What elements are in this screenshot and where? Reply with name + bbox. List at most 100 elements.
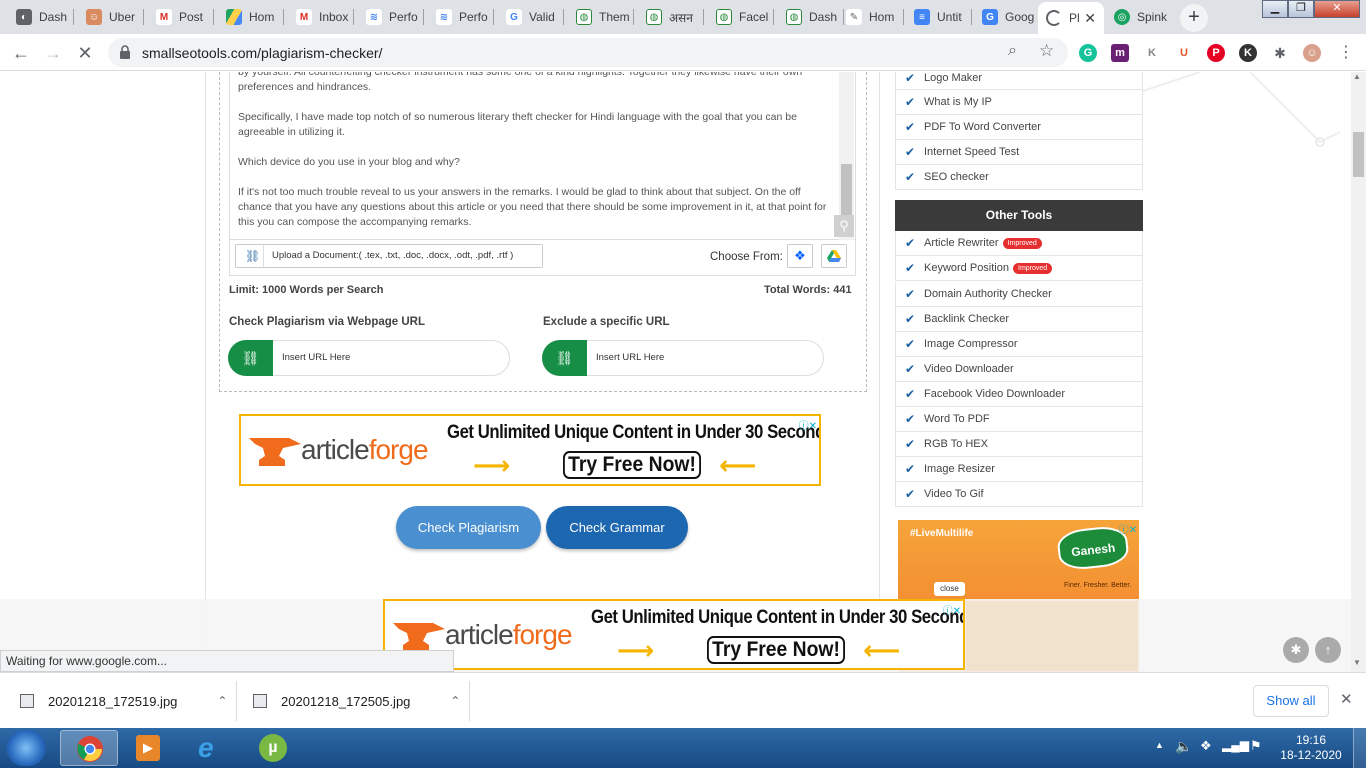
sidebar-item-logo-maker[interactable]: ✔ Logo Maker (895, 72, 1143, 90)
browser-tab[interactable]: Hom (218, 4, 284, 30)
show-all-downloads-button[interactable]: Show all (1253, 685, 1329, 717)
articleforge-sticky-ad[interactable]: articleforge Get Unlimited Unique Conten… (383, 599, 965, 670)
ubersuggest-icon[interactable]: U (1175, 44, 1193, 62)
minimize-button[interactable]: ▁ (1262, 0, 1288, 18)
browser-tab[interactable]: ◍ Dash (778, 4, 844, 30)
resize-handle-icon[interactable]: ⚲ (834, 215, 854, 237)
ad-choices-icon[interactable]: ⓘ✕ (799, 417, 817, 432)
browser-tab[interactable]: M Post (148, 4, 214, 30)
sidebar-item-word-to-pdf[interactable]: ✔ Word To PDF (895, 407, 1143, 432)
plagiarism-text-input[interactable]: by yourself. All counterfeiting checker … (229, 72, 856, 240)
action-center-flag-icon[interactable]: ⚑ (1250, 738, 1262, 754)
bug-report-icon[interactable]: ✱ (1283, 637, 1309, 663)
browser-tab[interactable]: ≋ Perfo (358, 4, 424, 30)
ad-choices-icon[interactable]: ⓘ✕ (943, 602, 961, 617)
browser-tab[interactable]: ☺ Uber (78, 4, 144, 30)
textarea-scroll-thumb[interactable] (841, 164, 852, 216)
webpage-url-input[interactable]: ⛓ Insert URL Here (228, 340, 510, 376)
zoom-icon[interactable]: ⌕ (1008, 42, 1017, 60)
close-tab-icon[interactable]: ✕ (1084, 10, 1096, 27)
page-scrollbar[interactable] (1351, 72, 1366, 672)
close-shelf-icon[interactable]: ✕ (1340, 690, 1353, 708)
scroll-down-arrow-icon[interactable]: ▼ (1353, 658, 1361, 667)
exclude-url-input[interactable]: ⛓ Insert URL Here (542, 340, 824, 376)
sidebar-item-rgb-to-hex[interactable]: ✔ RGB To HEX (895, 432, 1143, 457)
browser-tab[interactable]: ◍ Facel (708, 4, 774, 30)
sidebar-item-video-downloader[interactable]: ✔ Video Downloader (895, 357, 1143, 382)
sidebar-item-what-is-my-ip[interactable]: ✔ What is My IP (895, 90, 1143, 115)
text-paragraph: If it's not too much trouble reveal to u… (238, 186, 827, 228)
ad-cta-button[interactable]: Try Free Now! (563, 451, 701, 479)
scroll-up-arrow-icon[interactable]: ▲ (1353, 72, 1361, 81)
browser-tab[interactable]: M Inbox (288, 4, 354, 30)
dropbox-icon[interactable]: ❖ (787, 244, 813, 268)
sidebar-item-keyword-position[interactable]: ✔ Keyword Position Improved (895, 256, 1143, 281)
window-close-button[interactable]: ✕ (1314, 0, 1360, 18)
taskbar-internet-explorer[interactable]: e (182, 730, 240, 766)
dropbox-tray-icon[interactable]: ❖ (1200, 738, 1212, 754)
pinterest-icon[interactable]: P (1207, 44, 1225, 62)
extension-k-icon[interactable]: K (1239, 44, 1257, 62)
browser-tab-active[interactable]: Pl ✕ (1038, 2, 1104, 34)
browser-tab[interactable]: G Goog (974, 4, 1036, 30)
sidebar-item-image-compressor[interactable]: ✔ Image Compressor (895, 332, 1143, 357)
sidebar-item-pdf-to-word[interactable]: ✔ PDF To Word Converter (895, 115, 1143, 140)
sidebar-item-seo-checker[interactable]: ✔ SEO checker (895, 165, 1143, 190)
tab-icon-ubersuggest: ☺ (86, 9, 102, 25)
browser-tab[interactable]: ◎ Spink (1106, 4, 1172, 30)
taskbar-media-player[interactable]: ▶ (120, 730, 178, 766)
new-tab-button[interactable]: + (1180, 4, 1208, 32)
stop-loading-icon[interactable]: ✕ (72, 40, 98, 66)
volume-icon[interactable]: 🔈 (1175, 738, 1192, 755)
browser-tab[interactable]: ◍ Them (568, 4, 634, 30)
maximize-button[interactable]: ❐ (1288, 0, 1314, 18)
upload-document-button[interactable]: ⛓ Upload a Document:( .tex, .txt, .doc, … (235, 244, 543, 268)
sidebar-item-facebook-video-downloader[interactable]: ✔ Facebook Video Downloader (895, 382, 1143, 407)
arrow-left-icon: ⟵ (719, 450, 757, 480)
extension-icon[interactable]: m (1111, 44, 1129, 62)
show-desktop-button[interactable] (1353, 728, 1366, 768)
sidebar-item-backlink-checker[interactable]: ✔ Backlink Checker (895, 307, 1143, 332)
back-icon[interactable]: ← (8, 40, 34, 66)
forward-icon[interactable]: → (40, 40, 66, 66)
browser-menu-icon[interactable]: ⋮ (1338, 42, 1354, 62)
taskbar-chrome[interactable] (60, 730, 118, 766)
network-icon[interactable]: ▂▄▆ (1222, 738, 1249, 752)
tray-expand-icon[interactable]: ▲ (1155, 740, 1164, 750)
sidebar-item-image-resizer[interactable]: ✔ Image Resizer (895, 457, 1143, 482)
sidebar-item-internet-speed-test[interactable]: ✔ Internet Speed Test (895, 140, 1143, 165)
download-item[interactable]: 20201218_172505.jpg ⌃ (253, 673, 460, 729)
check-plagiarism-button[interactable]: Check Plagiarism (396, 506, 541, 549)
google-drive-icon[interactable] (821, 244, 847, 268)
grammarly-icon[interactable]: G (1079, 44, 1097, 62)
chevron-up-icon[interactable]: ⌃ (450, 694, 460, 708)
ad-hashtag: #LiveMultilife (910, 528, 974, 539)
system-clock[interactable]: 19:16 18-12-2020 (1276, 733, 1346, 763)
address-url[interactable]: smallseotools.com/plagiarism-checker/ (142, 45, 382, 61)
browser-tab[interactable]: ◍ असन (638, 4, 704, 30)
page-scroll-thumb[interactable] (1353, 132, 1364, 177)
browser-tab[interactable]: ≋ Perfo (428, 4, 494, 30)
ad-close-button[interactable]: close (934, 582, 965, 596)
extensions-puzzle-icon[interactable]: ✱ (1271, 44, 1289, 62)
ad-cta-button[interactable]: Try Free Now! (707, 636, 845, 664)
articleforge-ad[interactable]: articleforge Get Unlimited Unique Conten… (239, 414, 821, 486)
browser-tab[interactable]: ✎ Hom (838, 4, 904, 30)
sidebar-item-article-rewriter[interactable]: ✔ Article Rewriter Improved (895, 231, 1143, 256)
check-grammar-button[interactable]: Check Grammar (546, 506, 688, 549)
keywords-everywhere-icon[interactable]: K (1143, 44, 1161, 62)
browser-tab[interactable]: ≡ Untit (906, 4, 972, 30)
chevron-up-icon[interactable]: ⌃ (217, 694, 227, 708)
download-item[interactable]: 20201218_172519.jpg ⌃ (20, 673, 227, 729)
scroll-to-top-icon[interactable]: ↑ (1315, 637, 1341, 663)
ad-choices-icon[interactable]: ⓘ✕ (1119, 521, 1137, 536)
address-bar[interactable]: smallseotools.com/plagiarism-checker/ ⌕ … (108, 38, 1068, 67)
profile-avatar[interactable]: ☺ (1303, 44, 1321, 62)
bookmark-star-icon[interactable]: ☆ (1039, 41, 1054, 61)
start-button[interactable] (6, 730, 46, 766)
browser-tab[interactable]: ◐ Dash (8, 4, 74, 30)
browser-tab[interactable]: G Valid (498, 4, 564, 30)
taskbar-utorrent[interactable]: µ (244, 730, 302, 766)
sidebar-item-domain-authority-checker[interactable]: ✔ Domain Authority Checker (895, 282, 1143, 307)
sidebar-item-video-to-gif[interactable]: ✔ Video To Gif (895, 482, 1143, 507)
